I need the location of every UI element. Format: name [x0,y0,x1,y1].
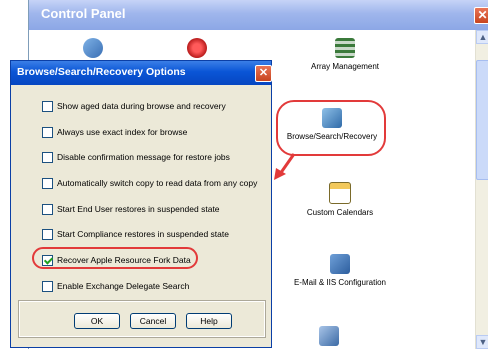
clock-gear-icon [83,38,103,58]
dialog-titlebar: Browse/Search/Recovery Options ✕ [11,61,272,85]
cp-item-label: Array Management [310,62,380,71]
array-icon [335,38,355,58]
cp-item-label: E-Mail & IIS Configuration [293,278,387,287]
computer-icon [319,326,339,346]
checkbox[interactable] [42,177,53,189]
email-icon [330,254,350,274]
alert-icon [187,38,207,58]
ok-button[interactable]: OK [74,313,120,329]
option-label: Start Compliance restores in suspended s… [57,229,229,239]
checkbox[interactable] [42,100,53,112]
control-panel-close-button[interactable]: ✕ [474,7,488,24]
checkbox[interactable] [42,228,53,240]
option-label: Always use exact index for browse [57,127,188,137]
help-button[interactable]: Help [186,313,232,329]
option-show-aged-data[interactable]: Show aged data during browse and recover… [42,99,226,113]
option-compliance-suspended[interactable]: Start Compliance restores in suspended s… [42,227,229,241]
cancel-button[interactable]: Cancel [130,313,176,329]
option-exact-index[interactable]: Always use exact index for browse [42,125,187,139]
control-panel-titlebar: Control Panel ✕ [29,0,488,30]
cp-item-label: Custom Calendars [306,208,374,217]
option-auto-switch-copy[interactable]: Automatically switch copy to read data f… [42,176,257,190]
highlight-apple-resource-fork [32,247,198,269]
scroll-thumb[interactable] [476,60,488,180]
options-dialog: Browse/Search/Recovery Options ✕ Show ag… [10,60,272,348]
cp-item-alert[interactable] [177,38,217,62]
checkbox[interactable] [42,151,53,163]
option-exchange-delegate[interactable]: Enable Exchange Delegate Search [42,279,189,293]
cp-item-array-management[interactable]: Array Management [285,38,405,71]
scroll-up-button[interactable]: ▲ [476,30,488,44]
checkbox[interactable] [42,280,53,292]
pointer-arrow-icon [274,153,296,180]
checkbox[interactable] [42,203,53,215]
option-label: Automatically switch copy to read data f… [57,178,258,188]
dialog-close-button[interactable]: ✕ [255,65,272,82]
option-label: Show aged data during browse and recover… [57,101,226,111]
option-label: Enable Exchange Delegate Search [57,281,190,291]
option-label: Disable confirmation message for restore… [57,152,230,162]
highlight-browse-search-recovery [276,100,386,156]
cp-item-clock[interactable] [73,38,113,62]
checkbox[interactable] [42,126,53,138]
dialog-title: Browse/Search/Recovery Options [17,66,186,78]
option-label: Start End User restores in suspended sta… [57,204,220,214]
cp-item-computer[interactable] [309,326,349,350]
option-end-user-suspended[interactable]: Start End User restores in suspended sta… [42,202,220,216]
scroll-down-button[interactable]: ▼ [476,335,488,349]
calendar-icon [329,182,351,204]
control-panel-scrollbar[interactable]: ▲ ▼ [475,30,488,349]
control-panel-title: Control Panel [41,6,126,21]
dialog-button-group: OK Cancel Help [18,300,266,338]
cp-item-custom-calendars[interactable]: Custom Calendars [285,182,395,217]
option-disable-confirmation[interactable]: Disable confirmation message for restore… [42,150,230,164]
cp-item-email-iis[interactable]: E-Mail & IIS Configuration [275,254,405,287]
